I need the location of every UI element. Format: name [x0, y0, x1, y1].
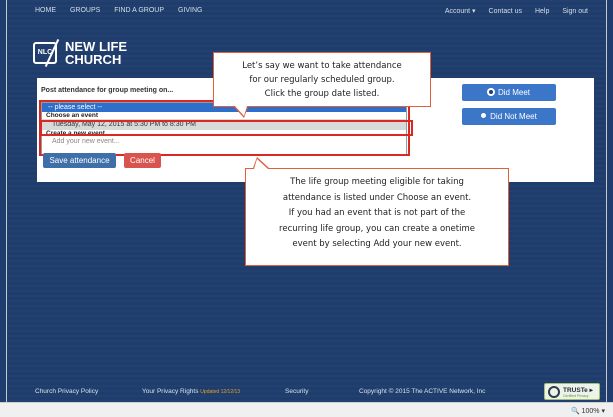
privacy-rights-label: Your Privacy Rights: [142, 388, 199, 395]
callout-top: Let’s say we want to take attendance for…: [213, 52, 431, 107]
nav-giving[interactable]: GIVING: [178, 7, 203, 14]
footer-security-link[interactable]: Security: [285, 388, 308, 395]
truste-label: TRUSTe ▸: [563, 387, 593, 394]
logo-text: NEW LIFE CHURCH: [65, 40, 127, 66]
post-attendance-label: Post attendance for group meeting on...: [41, 87, 174, 94]
callout-bottom-line: recurring life group, you can create a o…: [279, 223, 475, 234]
callout-bottom-tail-fill: [254, 159, 268, 169]
callout-top-tail-fill: [235, 106, 247, 116]
footer-copyright: Copyright © 2015 The ACTIVE Network, Inc: [359, 388, 486, 395]
did-meet-label: Did Meet: [497, 88, 530, 97]
callout-bottom-line: The life group meeting eligible for taki…: [290, 177, 464, 187]
nav-home[interactable]: HOME: [35, 7, 56, 14]
callout-top-line: for our regularly scheduled group.: [249, 75, 395, 85]
did-not-meet-label: Did Not Meet: [490, 112, 537, 121]
callout-bottom-line: attendance is listed under Choose an eve…: [282, 192, 472, 203]
truste-badge[interactable]: TRUSTe ▸ Certified Privacy: [544, 383, 600, 400]
logo-line-2: CHURCH: [65, 52, 122, 67]
nav-groups[interactable]: GROUPS: [70, 7, 100, 14]
annotation-highlight-date: [40, 120, 413, 136]
browser-status-bar: 🔍 100% ▾: [0, 402, 613, 417]
radio-unselected-icon: [481, 113, 487, 119]
callout-top-line: Click the group date listed.: [264, 89, 380, 99]
cancel-button[interactable]: Cancel: [124, 153, 161, 168]
callout-bottom-line: If you had an event that is not part of …: [288, 208, 466, 218]
zoom-control[interactable]: 🔍 100% ▾: [571, 407, 605, 415]
nav-find-a-group[interactable]: FIND A GROUP: [114, 7, 164, 14]
footer-privacy-rights-link[interactable]: Your Privacy Rights Updated 12/12/13: [142, 388, 240, 395]
nav-sign-out[interactable]: Sign out: [562, 8, 588, 15]
updated-note: Updated 12/12/13: [200, 389, 241, 395]
callout-top-line: Let’s say we want to take attendance: [242, 61, 402, 71]
did-not-meet-button[interactable]: Did Not Meet: [462, 108, 556, 125]
did-meet-button[interactable]: Did Meet: [462, 84, 556, 101]
truste-sublabel: Certified Privacy: [563, 394, 589, 398]
nav-account[interactable]: Account ▾: [445, 8, 476, 15]
callout-bottom: The life group meeting eligible for taki…: [245, 168, 509, 266]
footer: Church Privacy Policy Your Privacy Right…: [7, 383, 606, 402]
browser-page: HOME GROUPS FIND A GROUP GIVING Account …: [6, 0, 607, 402]
top-nav: HOME GROUPS FIND A GROUP GIVING Account …: [7, 0, 606, 22]
save-attendance-button[interactable]: Save attendance: [43, 153, 116, 168]
footer-privacy-policy-link[interactable]: Church Privacy Policy: [35, 388, 98, 395]
truste-logo-icon: [548, 386, 560, 398]
callout-bottom-line: event by selecting Add your new event.: [292, 239, 462, 249]
nav-help[interactable]: Help: [535, 8, 549, 15]
nav-contact-us[interactable]: Contact us: [489, 8, 522, 15]
radio-selected-icon: [487, 88, 494, 95]
